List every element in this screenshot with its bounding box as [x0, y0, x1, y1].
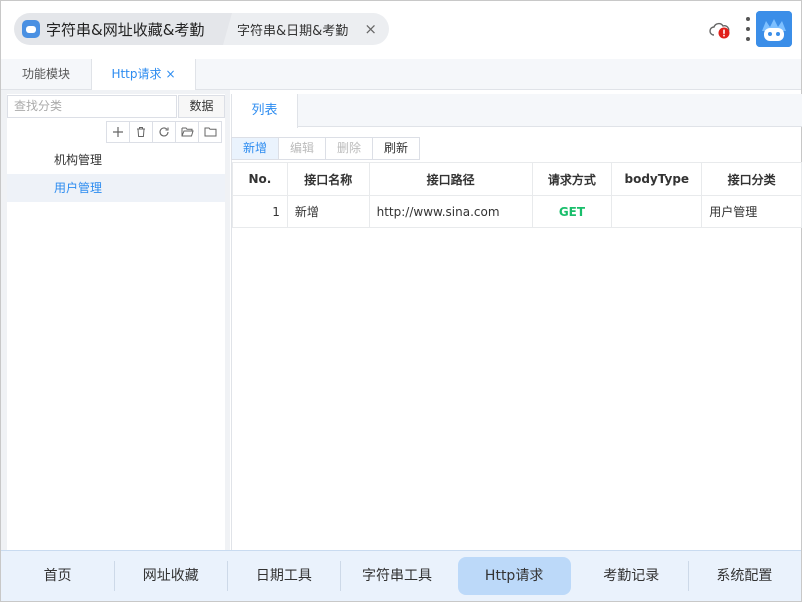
- folder-icon[interactable]: [198, 121, 222, 143]
- tab-label: Http请求: [111, 67, 162, 81]
- category-tree: 机构管理 用户管理: [7, 146, 225, 202]
- folder-open-icon[interactable]: [175, 121, 199, 143]
- table-row[interactable]: 1 新增 http://www.sina.com GET 用户管理: [232, 195, 802, 228]
- tab-label: 功能模块: [21, 67, 70, 81]
- category-panel: 查找分类 数据 机构管理 用户管理: [1, 90, 230, 550]
- add-icon[interactable]: [106, 121, 130, 143]
- table-header-row: No. 接口名称 接口路径 请求方式 bodyType 接口分类: [232, 162, 802, 196]
- nav-http-request[interactable]: Http请求: [457, 557, 571, 595]
- tab-http-request[interactable]: Http请求 ×: [91, 59, 196, 91]
- search-input[interactable]: 查找分类: [7, 95, 177, 118]
- window-tab-title: 字符串&网址收藏&考勤: [46, 20, 205, 39]
- close-icon[interactable]: ×: [166, 67, 176, 81]
- nav-date-tools[interactable]: 日期工具: [227, 557, 340, 595]
- avatar[interactable]: [756, 11, 792, 47]
- list-tabs: 列表: [232, 94, 802, 128]
- more-menu-icon[interactable]: [744, 17, 752, 41]
- data-button[interactable]: 数据: [178, 95, 225, 118]
- tree-item-users[interactable]: 用户管理: [7, 174, 225, 202]
- action-toolbar: 新增 编辑 删除 刷新: [231, 137, 421, 160]
- tree-item-org[interactable]: 机构管理: [7, 146, 225, 174]
- bottom-nav: 首页 网址收藏 日期工具 字符串工具 Http请求 考勤记录 系统配置: [1, 550, 801, 601]
- delete-icon[interactable]: [129, 121, 153, 143]
- column-header[interactable]: 接口分类: [701, 162, 802, 196]
- refresh-icon[interactable]: [152, 121, 176, 143]
- cell-name: 新增: [286, 195, 370, 228]
- cell-method: GET: [531, 195, 613, 228]
- column-header[interactable]: bodyType: [611, 162, 703, 196]
- nav-bookmarks[interactable]: 网址收藏: [114, 557, 227, 595]
- app-icon: [22, 20, 40, 38]
- window-tab-active[interactable]: 字符串&网址收藏&考勤: [14, 13, 232, 45]
- title-bar: 字符串&网址收藏&考勤 字符串&日期&考勤 ×: [1, 1, 801, 59]
- edit-button[interactable]: 编辑: [278, 137, 327, 160]
- cell-no: 1: [232, 195, 288, 228]
- close-icon[interactable]: ×: [364, 21, 377, 37]
- tab-function-modules[interactable]: 功能模块: [1, 59, 91, 90]
- column-header[interactable]: 接口路径: [368, 162, 533, 196]
- cell-category: 用户管理: [701, 195, 802, 228]
- column-header[interactable]: 请求方式: [531, 162, 613, 196]
- column-header[interactable]: No.: [232, 162, 288, 196]
- delete-button[interactable]: 删除: [325, 137, 374, 160]
- window-tab-second[interactable]: 字符串&日期&考勤 ×: [223, 13, 389, 45]
- window-tab-title: 字符串&日期&考勤: [237, 23, 349, 39]
- cell-path: http://www.sina.com: [368, 195, 533, 228]
- nav-string-tools[interactable]: 字符串工具: [340, 557, 453, 595]
- nav-settings[interactable]: 系统配置: [687, 557, 801, 595]
- column-header[interactable]: 接口名称: [286, 162, 370, 196]
- nav-attendance[interactable]: 考勤记录: [575, 557, 688, 595]
- tab-list[interactable]: 列表: [232, 94, 298, 128]
- cell-bodytype: [611, 195, 703, 228]
- add-button[interactable]: 新增: [231, 137, 280, 160]
- refresh-button[interactable]: 刷新: [372, 137, 421, 160]
- request-table: No. 接口名称 接口路径 请求方式 bodyType 接口分类 1 新增 ht…: [232, 162, 802, 228]
- tree-toolbar: [106, 121, 222, 143]
- module-tabs: 功能模块 Http请求 ×: [1, 59, 801, 91]
- cloud-alert-icon[interactable]: [709, 21, 731, 39]
- category-panel-body: 查找分类 数据 机构管理 用户管理: [7, 94, 225, 550]
- list-panel: 列表 新增 编辑 删除 刷新 No. 接口名称 接口路径 请求方式 bodyTy…: [231, 94, 802, 550]
- nav-home[interactable]: 首页: [1, 557, 114, 595]
